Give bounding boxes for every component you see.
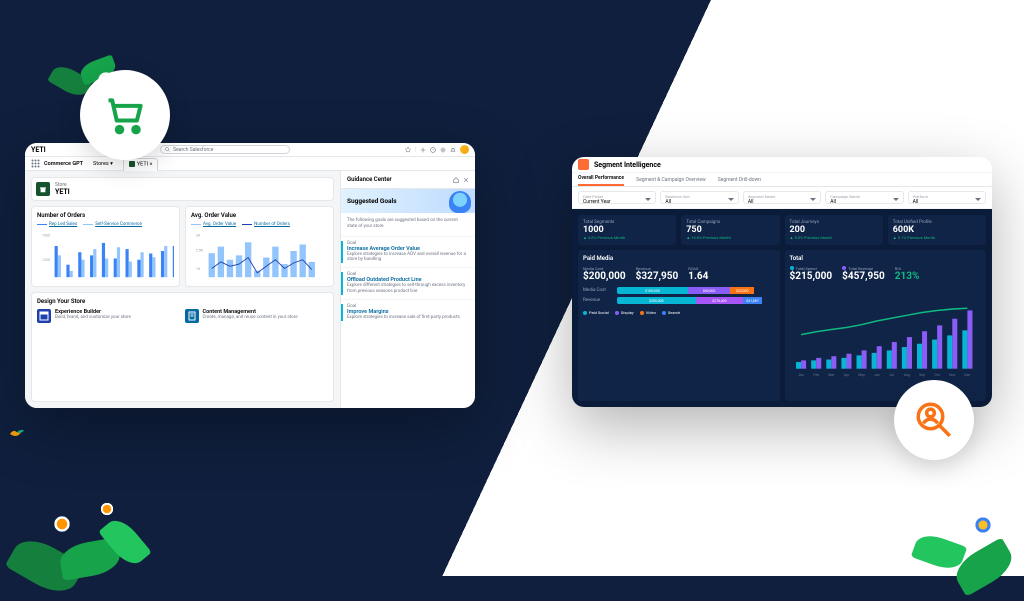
guidance-center: Guidance Center Suggested Goals The foll…: [340, 171, 475, 408]
left-tabrow: Commerce GPT Stores ▾ YETI ×: [25, 157, 475, 171]
svg-text:May: May: [858, 373, 865, 377]
search-input[interactable]: Search Salesforce: [160, 145, 290, 154]
svg-text:?: ?: [432, 148, 434, 152]
tab-overall-performance[interactable]: Overall Performance: [578, 175, 624, 186]
paid-media-card: Paid Media Media Cost$200,000Revenue$327…: [578, 250, 780, 401]
stat-card: Total Journeys200▲ 5.0% Previous Month: [785, 215, 883, 245]
svg-text:2.5K: 2.5K: [196, 249, 204, 253]
dashboard-dark: Total Segments1000▲ 4.6% Previous MonthT…: [572, 209, 992, 407]
svg-text:Sep: Sep: [919, 373, 925, 377]
search-person-badge: [894, 380, 974, 460]
commerce-gpt-panel: YETI Search Salesforce | ? Commerce GPT …: [25, 143, 475, 408]
star-icon[interactable]: [405, 147, 411, 153]
content-mgmt-icon: [185, 309, 199, 323]
metric: Media Cost$200,000: [583, 266, 626, 282]
goal-item[interactable]: GoalIncrease Average Order ValueExplore …: [341, 236, 475, 268]
aov-card: Avg. Order Value Avg. Order ValueNumber …: [185, 206, 334, 287]
svg-text:Aug: Aug: [903, 373, 909, 377]
app-name: Commerce GPT: [44, 161, 83, 167]
hummingbird-icon: [8, 427, 26, 441]
experience-builder-item[interactable]: Experience BuilderBuild, brand, and cust…: [37, 309, 181, 323]
segment-logo-icon: [578, 159, 589, 170]
filter-date picker[interactable]: Date PickerCurrent Year: [578, 191, 656, 204]
guidance-hero: Suggested Goals: [341, 189, 475, 213]
svg-text:1200: 1200: [42, 258, 50, 262]
header-toolbar: | ?: [405, 145, 469, 154]
segment-intelligence-panel: Segment Intelligence Overall Performance…: [572, 157, 992, 407]
close-icon[interactable]: [463, 177, 469, 183]
search-placeholder: Search Salesforce: [173, 147, 213, 153]
search-icon: [165, 147, 170, 152]
orders-card: Number of Orders Rep Led SalesSelf-Servi…: [31, 206, 180, 287]
tab-drill-down[interactable]: Segment Drill-down: [718, 177, 761, 186]
svg-text:Jun: Jun: [873, 373, 879, 377]
tab-stores[interactable]: Stores ▾: [87, 158, 119, 170]
gear-icon[interactable]: [440, 147, 446, 153]
svg-text:Oct: Oct: [934, 373, 940, 377]
app-launcher-icon[interactable]: [31, 159, 40, 168]
tab-yeti[interactable]: YETI ×: [123, 158, 159, 170]
design-store-card: Design Your Store Experience BuilderBuil…: [31, 292, 334, 402]
avatar[interactable]: [460, 145, 469, 154]
metric: ROI213%: [895, 266, 920, 282]
goal-item[interactable]: GoalImprove MarginsExplore strategies to…: [341, 299, 475, 325]
cart-badge: [80, 70, 170, 160]
plus-icon[interactable]: [420, 147, 426, 153]
goal-item[interactable]: GoalOffload Outdated Product LineExplore…: [341, 267, 475, 299]
svg-text:Dec: Dec: [964, 373, 970, 377]
stat-card: Total Segments1000▲ 4.6% Previous Month: [578, 215, 676, 245]
bell-icon[interactable]: [450, 147, 456, 153]
stat-card: Total Campaigns750▲ 16.8% Previous Month: [681, 215, 779, 245]
right-header: Segment Intelligence: [572, 157, 992, 173]
right-tabs: Overall Performance Segment & Campaign O…: [572, 173, 992, 187]
svg-text:Jul: Jul: [889, 373, 894, 377]
metric: ROAS1.64: [688, 266, 708, 282]
stat-card: Total Unified Profile600K▲ 5.1% Previous…: [888, 215, 986, 245]
bar-row: Media Cost$100,000$60,000$32,000: [583, 287, 775, 294]
svg-text:Mar: Mar: [828, 373, 835, 377]
content-mgmt-item[interactable]: Content ManagementCreate, manage, and re…: [185, 309, 329, 323]
store-icon: [36, 182, 50, 196]
svg-text:1K: 1K: [196, 267, 201, 271]
search-person-icon: [913, 399, 955, 441]
svg-text:Apr: Apr: [843, 373, 849, 377]
svg-text:Jan: Jan: [798, 373, 804, 377]
mascot-icon: [449, 191, 471, 213]
svg-text:Feb: Feb: [813, 373, 819, 377]
store-header: StoreYETI: [31, 177, 334, 201]
bar-row: Revenue$200,000$276,400$41,087: [583, 297, 775, 304]
home-icon[interactable]: [453, 177, 459, 183]
filter-platform[interactable]: PlatformAll: [908, 191, 986, 204]
filter-campaign name[interactable]: Campaign NameAll: [825, 191, 903, 204]
metric: Total Spend$215,000: [790, 266, 833, 282]
aov-chart: 2K 2.5K 1K: [191, 229, 328, 279]
filter-business unit[interactable]: Business UnitAll: [660, 191, 738, 204]
shopping-cart-icon: [103, 93, 147, 137]
orders-chart: 1600 1200: [37, 229, 174, 279]
total-chart: Jan Feb Mar Apr May Jun Jul Aug Sep Oct Nov Dec: [790, 287, 982, 396]
total-card: Total Total Spend$215,000Total Revenue$4…: [785, 250, 987, 401]
svg-text:Nov: Nov: [949, 373, 955, 377]
metric: Total Revenue$457,950: [842, 266, 885, 282]
tab-segment-campaign[interactable]: Segment & Campaign Overview: [636, 177, 706, 186]
filter-row: Date PickerCurrent Year Business UnitAll S…: [572, 187, 992, 209]
metric: Revenue$327,950: [636, 266, 679, 282]
filter-segment name[interactable]: Segment NameAll: [743, 191, 821, 204]
experience-builder-icon: [37, 309, 51, 323]
svg-text:1600: 1600: [42, 233, 50, 237]
help-icon[interactable]: ?: [430, 147, 436, 153]
svg-text:2K: 2K: [196, 233, 201, 237]
brand-logo: YETI: [31, 146, 46, 154]
left-main: StoreYETI Number of Orders Rep Led Sales…: [25, 171, 340, 408]
